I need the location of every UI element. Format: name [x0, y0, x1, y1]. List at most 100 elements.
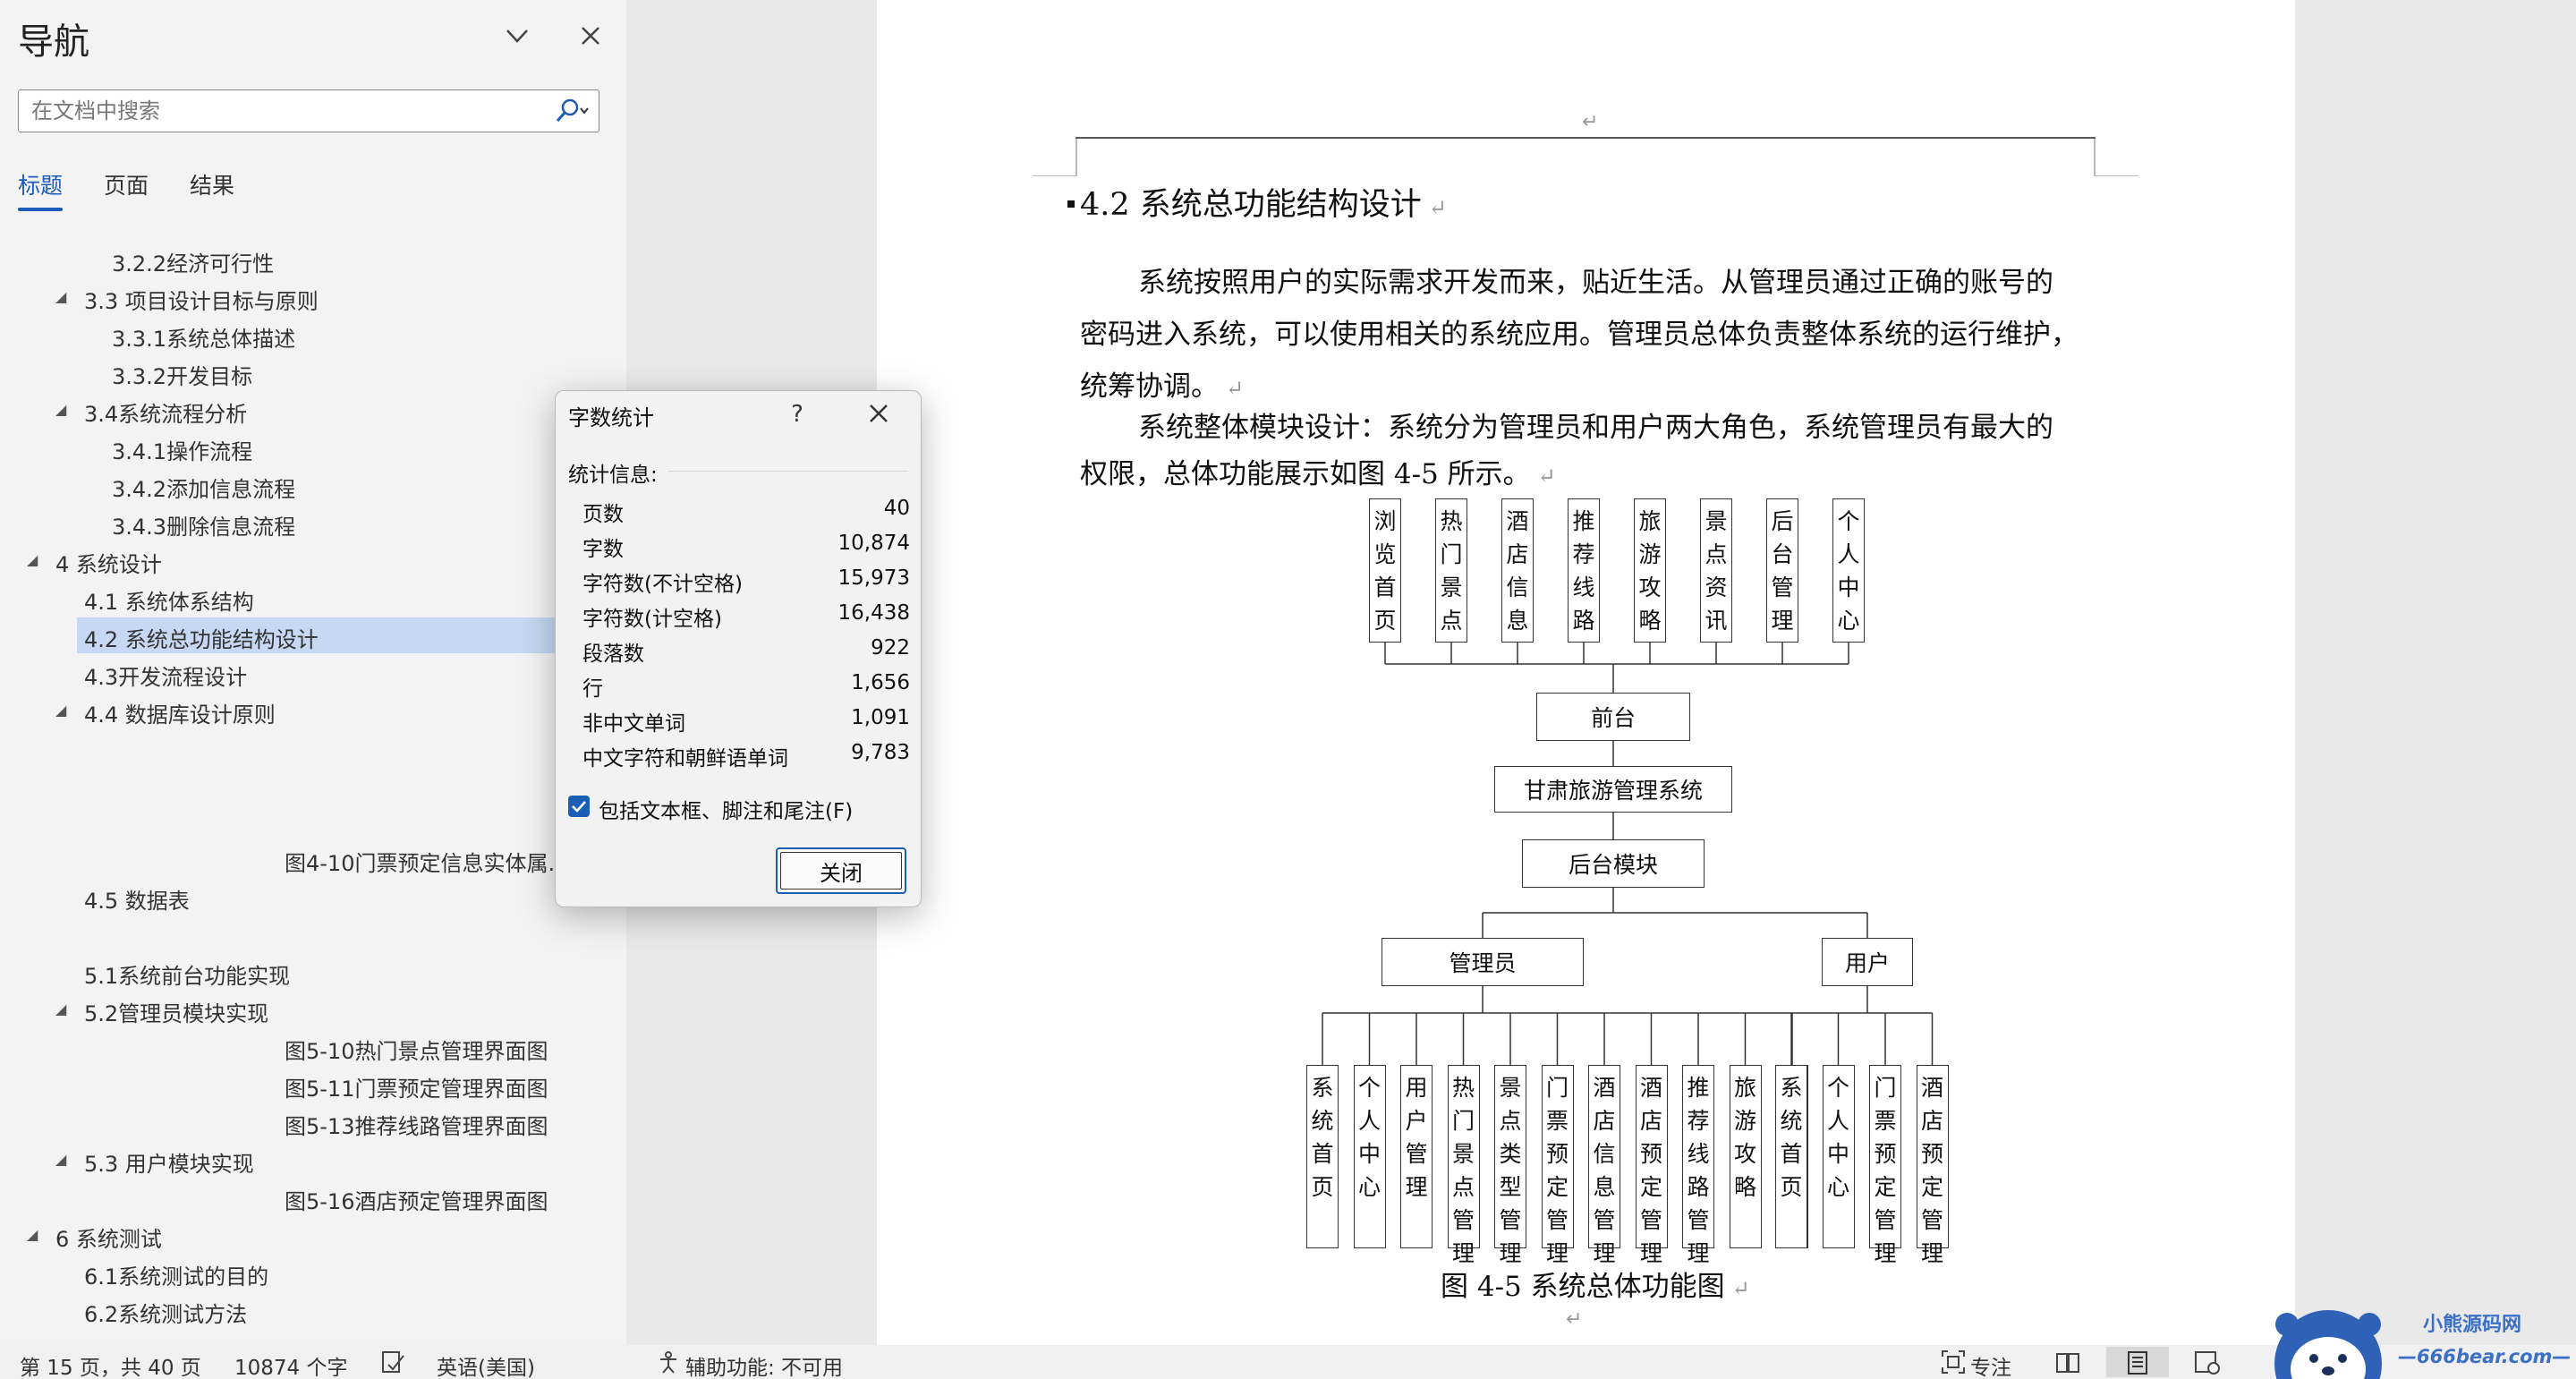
outline-item[interactable]: ◢ 3.3 项目设计目标与原则 [0, 279, 626, 315]
outline-item[interactable]: 4.5 数据表 [0, 879, 626, 915]
stat-row: 字符数(计空格) 16,438 [582, 601, 910, 631]
read-mode-icon[interactable] [2036, 1347, 2099, 1377]
search-icon[interactable] [548, 96, 595, 126]
system-root-box[interactable]: 甘肃旅游管理系统 [1494, 766, 1732, 813]
outline-item[interactable]: ◢ 3.4系统流程分析 [0, 392, 626, 428]
front-module-box[interactable]: 后台管理 [1766, 498, 1798, 643]
outline-item[interactable]: ◢ 6 系统测试 [0, 1217, 626, 1253]
heading-bullet [1067, 200, 1075, 208]
figure-caption[interactable]: 图 4-5 系统总体功能图 ↵ [1441, 1264, 1750, 1304]
back-module-box[interactable]: 后台模块 [1522, 839, 1705, 888]
paragraph-line[interactable]: 密码进入系统，可以使用相关的系统应用。管理员总体负责整体系统的运行维护， [1080, 311, 2079, 352]
outline-item[interactable]: 图5-10热门景点管理界面图 [0, 1029, 626, 1065]
outline-item[interactable]: 图5-11门票预定管理界面图 [0, 1067, 626, 1102]
tab-pages[interactable]: 页面 [104, 168, 149, 200]
focus-mode-label[interactable]: 专注 [1970, 1350, 2011, 1379]
checkbox-checked-icon[interactable] [568, 796, 590, 817]
collapse-triangle-icon[interactable]: ◢ [27, 551, 38, 568]
outline-item[interactable]: 5.1系统前台功能实现 [0, 954, 626, 990]
user-module-box[interactable]: 系统首页 [1775, 1065, 1807, 1248]
nav-search-input[interactable] [19, 90, 547, 132]
collapse-triangle-icon[interactable]: ◢ [55, 288, 66, 305]
outline-item[interactable]: 3.3.2开发目标 [0, 354, 626, 390]
admin-module-box[interactable]: 门票预定管理 [1541, 1065, 1574, 1266]
language-indicator[interactable]: 英语(美国) [437, 1350, 535, 1379]
outline-item[interactable]: ◢ 4.4 数据库设计原则 [0, 693, 626, 728]
stat-row: 字符数(不计空格) 15,973 [582, 566, 910, 596]
paragraph-line[interactable]: 系统整体模块设计：系统分为管理员和用户两大角色，系统管理员有最大的 [1138, 404, 2053, 445]
help-button[interactable]: ? [779, 396, 815, 432]
tab-results[interactable]: 结果 [190, 168, 234, 200]
user-module-box[interactable]: 个人中心 [1822, 1065, 1855, 1248]
collapse-triangle-icon[interactable]: ◢ [55, 702, 66, 719]
front-module-box[interactable]: 热门景点 [1435, 498, 1467, 643]
dialog-close-icon[interactable] [858, 395, 899, 432]
stat-row: 字数 10,874 [582, 532, 910, 561]
outline-item[interactable]: 4.1 系统体系结构 [0, 580, 626, 616]
outline-item[interactable]: 图4-10门票预定信息实体属... [0, 841, 626, 877]
stat-row: 行 1,656 [582, 671, 910, 701]
include-textbox-footnote-checkbox[interactable]: 包括文本框、脚注和尾注(F) [568, 792, 910, 823]
page-count[interactable]: 第 15 页，共 40 页 [20, 1350, 201, 1379]
outline-item-selected[interactable]: 4.2 系统总功能结构设计 [77, 617, 555, 653]
outline-item[interactable]: 3.4.1操作流程 [0, 430, 626, 465]
front-module-box[interactable]: 浏览首页 [1369, 498, 1401, 643]
user-module-box[interactable]: 门票预定管理 [1869, 1065, 1901, 1266]
accessibility-icon[interactable] [655, 1349, 682, 1379]
outline-item[interactable]: 4.3开发流程设计 [0, 655, 626, 691]
outline-item[interactable]: 图5-13推荐线路管理界面图 [0, 1104, 626, 1140]
header-tick [1075, 139, 1077, 176]
tab-headings[interactable]: 标题 [18, 168, 64, 211]
front-module-box[interactable]: 推荐线路 [1568, 498, 1600, 643]
section-heading[interactable]: 4.2 系统总功能结构设计 ↵ [1067, 179, 1447, 225]
paragraph-line[interactable]: 系统按照用户的实际需求开发而来，贴近生活。从管理员通过正确的账号的 [1138, 260, 2053, 300]
outline-item[interactable]: 图5-16酒店预定管理界面图 [0, 1179, 626, 1215]
collapse-triangle-icon[interactable]: ◢ [55, 1000, 66, 1017]
nav-close-icon[interactable] [573, 18, 608, 54]
user-role-box[interactable]: 用户 [1822, 938, 1913, 986]
document-page[interactable]: ↵ 4.2 系统总功能结构设计 ↵ 系统按照用户的实际需求开发而来，贴近生活。从管… [877, 0, 2295, 1345]
outline-item[interactable]: 3.3.1系统总体描述 [0, 317, 626, 353]
outline-item[interactable]: 3.4.2添加信息流程 [0, 467, 626, 503]
collapse-triangle-icon[interactable]: ◢ [27, 1226, 38, 1243]
proofing-icon[interactable] [379, 1349, 406, 1379]
close-button[interactable]: 关闭 [776, 847, 906, 894]
web-layout-icon[interactable] [2176, 1347, 2239, 1377]
user-module-box[interactable]: 酒店预定管理 [1916, 1065, 1949, 1266]
print-layout-icon[interactable] [2106, 1347, 2169, 1377]
front-module-box[interactable]: 景点资讯 [1700, 498, 1732, 643]
admin-module-box[interactable]: 景点类型管理 [1494, 1065, 1526, 1266]
collapse-triangle-icon[interactable]: ◢ [55, 401, 66, 418]
front-node-box[interactable]: 前台 [1536, 693, 1690, 741]
admin-module-box[interactable]: 热门景点管理 [1447, 1065, 1480, 1266]
focus-icon[interactable] [1940, 1349, 1967, 1379]
outline-item[interactable]: ◢ 4 系统设计 [0, 542, 626, 578]
front-module-box[interactable]: 酒店信息 [1501, 498, 1534, 643]
nav-options-chevron-icon[interactable] [501, 20, 533, 52]
collapse-triangle-icon[interactable]: ◢ [55, 1151, 66, 1168]
word-count[interactable]: 10874 个字 [234, 1350, 347, 1379]
nav-outline: 3.2.2经济可行性 ◢ 3.3 项目设计目标与原则 3.3.1系统总体描述 3.… [0, 215, 626, 1342]
outline-item[interactable]: 3.2.2经济可行性 [0, 242, 626, 277]
front-module-box[interactable]: 旅游攻略 [1634, 498, 1666, 643]
admin-module-box[interactable]: 酒店信息管理 [1588, 1065, 1620, 1266]
admin-module-box[interactable]: 系统首页 [1306, 1065, 1339, 1248]
admin-module-box[interactable]: 个人中心 [1353, 1065, 1386, 1248]
paragraph-line[interactable]: 权限，总体功能展示如图 4-5 所示。 ↵ [1080, 451, 1556, 491]
admin-module-box[interactable]: 用户管理 [1400, 1065, 1433, 1248]
paragraph-line[interactable]: 统筹协调。 ↵ [1080, 363, 1244, 404]
watermark-site-name: 小熊源码网 [2423, 1314, 2522, 1336]
front-module-box[interactable]: 个人中心 [1832, 498, 1865, 643]
admin-module-box[interactable]: 酒店预定管理 [1635, 1065, 1668, 1266]
admin-role-box[interactable]: 管理员 [1382, 938, 1584, 986]
admin-module-box[interactable]: 推荐线路管理 [1682, 1065, 1714, 1266]
outline-item[interactable]: 3.4.3删除信息流程 [0, 505, 626, 541]
outline-item[interactable]: 6.1系统测试的目的 [0, 1255, 626, 1290]
word-count-dialog: 字数统计 ? 统计信息: 页数 40 字数 10,874 字符数(不计空格) 15,9… [555, 390, 922, 907]
outline-item[interactable]: ◢ 5.3 用户模块实现 [0, 1142, 626, 1178]
outline-item[interactable]: ◢ 5.2管理员模块实现 [0, 992, 626, 1027]
header-line [1075, 137, 2096, 139]
admin-module-box[interactable]: 旅游攻略 [1729, 1065, 1762, 1248]
accessibility-status[interactable]: 辅助功能: 不可用 [685, 1350, 843, 1379]
outline-item[interactable]: 6.2系统测试方法 [0, 1292, 626, 1328]
